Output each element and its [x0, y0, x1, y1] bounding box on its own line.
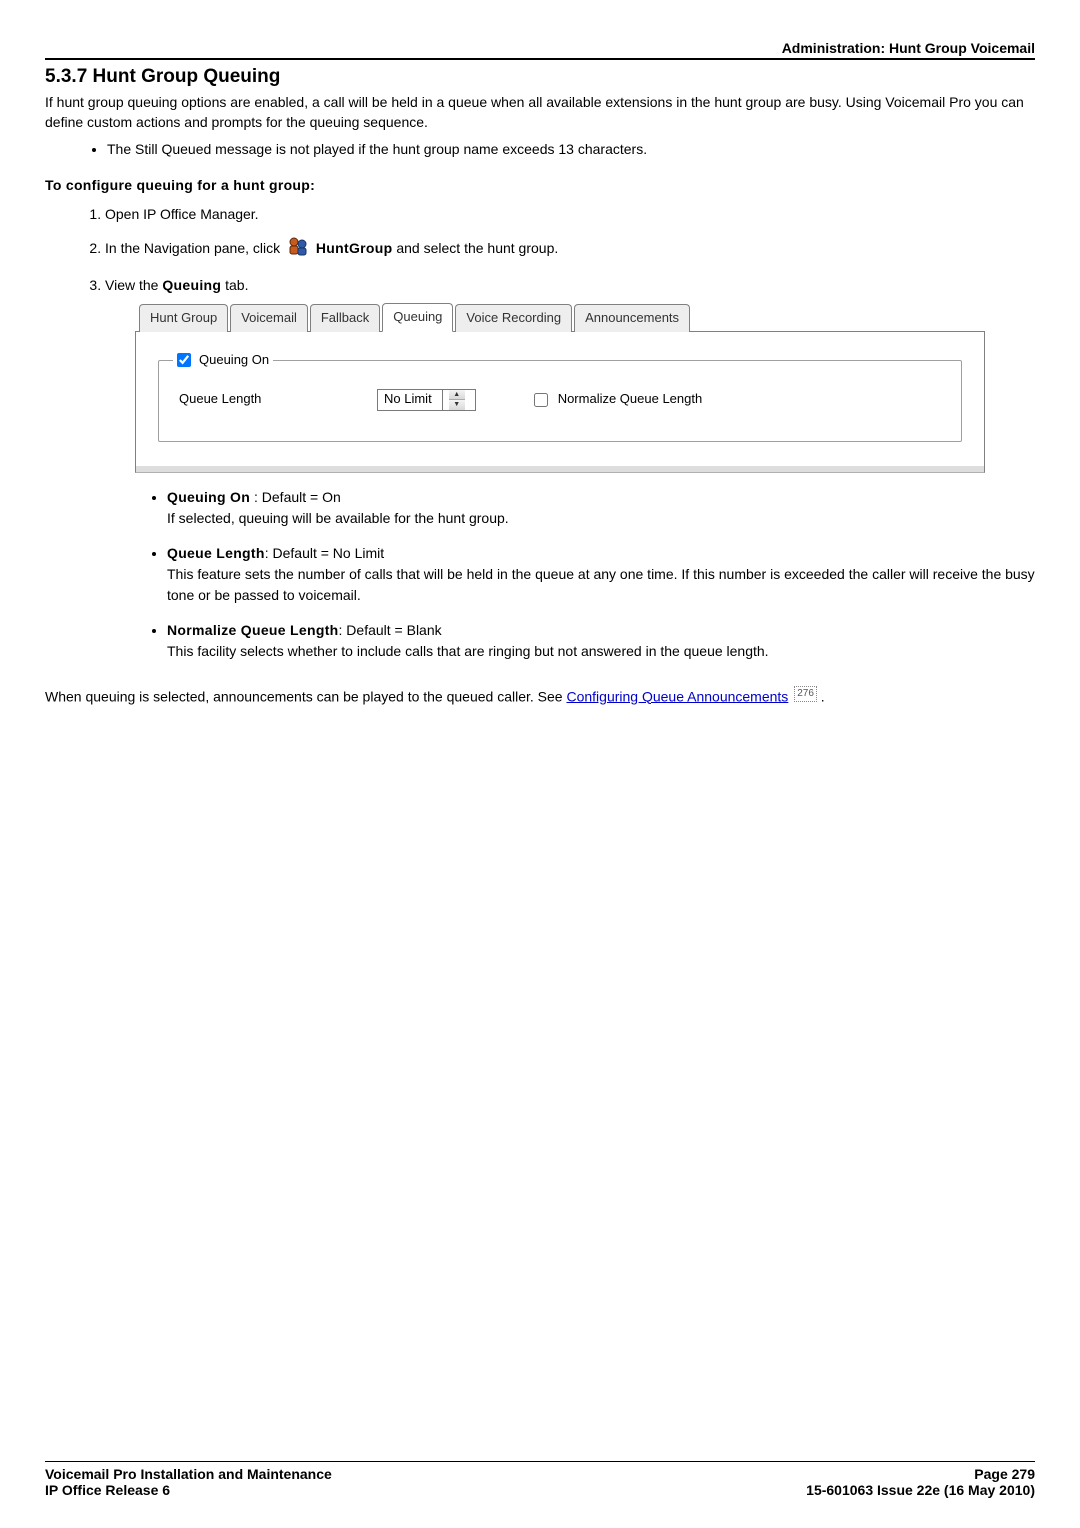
queue-length-spinner[interactable]: No Limit ▲ ▼ — [377, 389, 476, 411]
page-ref-badge: 276 — [794, 686, 817, 703]
top-note-item: The Still Queued message is not played i… — [107, 139, 1035, 159]
footer-left-2: IP Office Release 6 — [45, 1482, 170, 1498]
normalize-wrap: Normalize Queue Length — [534, 389, 703, 410]
huntgroup-icon — [287, 235, 309, 263]
page-footer: Voicemail Pro Installation and Maintenan… — [45, 1461, 1035, 1498]
queue-length-value: No Limit — [378, 388, 442, 411]
footer-right: Page 279 15-601063 Issue 22e (16 May 201… — [806, 1466, 1035, 1498]
tab-hunt-group[interactable]: Hunt Group — [139, 304, 228, 332]
footer-right-1: Page 279 — [974, 1466, 1035, 1482]
spinner-buttons: ▲ ▼ — [442, 389, 475, 411]
field-description-list: Queuing On : Default = On If selected, q… — [135, 487, 1035, 662]
step-3: View the Queuing tab. Hunt Group Voicema… — [105, 274, 1035, 662]
step-2-term: HuntGroup — [316, 240, 393, 256]
normalize-label: Normalize Queue Length — [558, 389, 703, 410]
footer-left: Voicemail Pro Installation and Maintenan… — [45, 1466, 332, 1498]
step-2-pre: In the Navigation pane, click — [105, 240, 284, 256]
tab-row: Hunt Group Voicemail Fallback Queuing Vo… — [135, 302, 985, 332]
queuing-on-label: Queuing On — [199, 350, 269, 371]
spinner-up-icon[interactable]: ▲ — [449, 390, 465, 401]
tab-fallback[interactable]: Fallback — [310, 304, 380, 332]
closing-pre: When queuing is selected, announcements … — [45, 688, 566, 704]
tab-queuing[interactable]: Queuing — [382, 303, 453, 332]
queuing-on-legend: Queuing On — [173, 350, 273, 371]
step-1: Open IP Office Manager. — [105, 203, 1035, 225]
normalize-checkbox[interactable] — [534, 393, 548, 407]
desc1-colon: : Default = On — [250, 489, 341, 505]
queuing-on-checkbox[interactable] — [177, 353, 191, 367]
desc2-term: Queue Length — [167, 545, 265, 561]
step-3-pre: View the — [105, 277, 162, 293]
header-title: Administration: Hunt Group Voicemail — [782, 40, 1035, 56]
spinner-down-icon[interactable]: ▼ — [449, 400, 465, 410]
fieldset-row: Queue Length No Limit ▲ ▼ Normalize — [173, 385, 943, 411]
desc1-text: If selected, queuing will be available f… — [167, 510, 509, 526]
header-bar: Administration: Hunt Group Voicemail — [45, 40, 1035, 60]
desc3-text: This facility selects whether to include… — [167, 643, 769, 659]
step-2: In the Navigation pane, click HuntGroup … — [105, 235, 1035, 263]
step-3-post: tab. — [225, 277, 248, 293]
page-root: Administration: Hunt Group Voicemail 5.3… — [0, 0, 1080, 1528]
tab-announcements[interactable]: Announcements — [574, 304, 690, 332]
footer-left-1: Voicemail Pro Installation and Maintenan… — [45, 1466, 332, 1482]
closing-paragraph: When queuing is selected, announcements … — [45, 686, 1035, 707]
tab-voice-recording[interactable]: Voice Recording — [455, 304, 572, 332]
step-3-tab-name: Queuing — [162, 277, 221, 293]
tab-content: Queuing On Queue Length No Limit ▲ ▼ — [135, 332, 985, 473]
desc1-term: Queuing On — [167, 489, 250, 505]
desc-queue-length: Queue Length: Default = No Limit This fe… — [167, 543, 1035, 606]
desc2-text: This feature sets the number of calls th… — [167, 566, 1035, 603]
desc-queuing-on: Queuing On : Default = On If selected, q… — [167, 487, 1035, 529]
intro-text: If hunt group queuing options are enable… — [45, 92, 1035, 133]
top-note-list: The Still Queued message is not played i… — [45, 139, 1035, 159]
footer-right-2: 15-601063 Issue 22e (16 May 2010) — [806, 1482, 1035, 1498]
queue-length-label: Queue Length — [179, 389, 349, 410]
tab-panel: Hunt Group Voicemail Fallback Queuing Vo… — [135, 302, 985, 473]
steps-list: Open IP Office Manager. In the Navigatio… — [45, 203, 1035, 662]
configuring-announcements-link[interactable]: Configuring Queue Announcements — [566, 688, 788, 704]
desc-normalize: Normalize Queue Length: Default = Blank … — [167, 620, 1035, 662]
desc2-colon: : Default = No Limit — [265, 545, 384, 561]
tab-voicemail[interactable]: Voicemail — [230, 304, 308, 332]
section-title: 5.3.7 Hunt Group Queuing — [45, 66, 1035, 88]
queuing-fieldset: Queuing On Queue Length No Limit ▲ ▼ — [158, 350, 962, 442]
desc3-colon: : Default = Blank — [339, 622, 442, 638]
configure-heading: To configure queuing for a hunt group: — [45, 177, 1035, 193]
step-2-post: and select the hunt group. — [396, 240, 558, 256]
desc3-term: Normalize Queue Length — [167, 622, 339, 638]
